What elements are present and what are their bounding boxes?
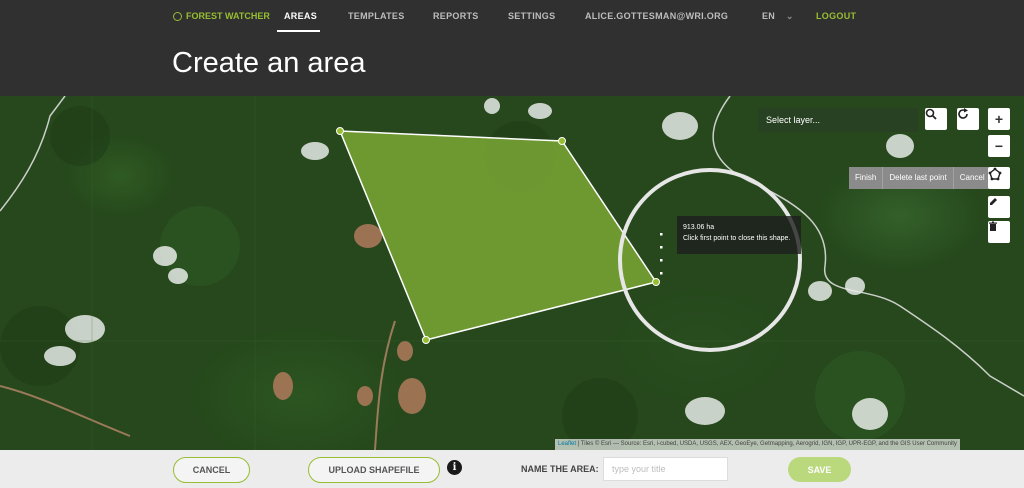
polygon-vertex[interactable] (652, 278, 660, 286)
chevron-down-icon: ⌄ (785, 11, 794, 21)
globe-icon (173, 11, 182, 21)
edit-layer-button[interactable] (988, 196, 1010, 218)
area-measurement: 913.06 ha (683, 224, 715, 231)
nav-item-reports[interactable]: REPORTS (433, 11, 479, 21)
delete-layer-button[interactable] (988, 221, 1010, 243)
map-imagery (0, 96, 1024, 450)
cursor-highlight-circle (618, 168, 802, 352)
delete-last-point-button[interactable]: Delete last point (883, 167, 954, 189)
trash-icon (989, 221, 997, 231)
drawn-area-polygon (338, 130, 658, 341)
polygon-vertex[interactable] (336, 127, 344, 135)
search-icon (925, 108, 937, 120)
title-band: Create an area (0, 32, 1024, 96)
finish-button[interactable]: Finish (849, 167, 884, 189)
logout-link[interactable]: LOGOUT (816, 11, 856, 21)
draw-polygon-button[interactable] (988, 167, 1010, 189)
nav-item-templates[interactable]: TEMPLATES (348, 11, 405, 21)
name-area-label: NAME THE AREA: (521, 464, 599, 474)
polygon-draw-icon (988, 167, 1002, 181)
refresh-icon (958, 108, 968, 119)
upload-shapefile-button[interactable]: UPLOAD SHAPEFILE (308, 457, 440, 483)
cancel-draw-button[interactable]: Cancel (954, 167, 991, 189)
zoom-out-button[interactable]: − (988, 135, 1010, 157)
pencil-icon (990, 198, 997, 205)
polygon-vertex[interactable] (422, 336, 430, 344)
page-title: Create an area (172, 47, 366, 79)
area-name-input[interactable] (603, 457, 728, 481)
draw-actions-bar: Finish Delete last point Cancel (849, 167, 991, 189)
guide-dots (660, 233, 663, 275)
search-button[interactable] (925, 108, 947, 130)
refresh-location-button[interactable] (957, 108, 979, 130)
brand-link[interactable]: FOREST WATCHER (173, 11, 270, 21)
brand-label: FOREST WATCHER (186, 11, 270, 21)
save-button[interactable]: SAVE (788, 457, 851, 482)
layer-select[interactable]: Select layer... (758, 108, 918, 132)
polygon-vertex[interactable] (558, 137, 566, 145)
map-attribution: Leaflet | Tiles © Esri — Source: Esri, i… (555, 439, 960, 450)
nav-item-settings[interactable]: SETTINGS (508, 11, 555, 21)
action-bar: CANCEL UPLOAD SHAPEFILE i NAME THE AREA:… (0, 450, 1024, 488)
info-icon[interactable]: i (447, 460, 462, 475)
language-selector[interactable]: EN ⌄ (762, 11, 794, 22)
cancel-button[interactable]: CANCEL (173, 457, 250, 483)
leaflet-link[interactable]: Leaflet (558, 441, 576, 447)
nav-item-areas[interactable]: AREAS (284, 11, 317, 21)
draw-hint: Click first point to close this shape. (683, 235, 791, 242)
attribution-text: | Tiles © Esri — Source: Esri, i-cubed, … (577, 441, 957, 447)
top-nav: FOREST WATCHER AREAS TEMPLATES REPORTS S… (0, 0, 1024, 32)
language-label: EN (762, 11, 776, 21)
map[interactable]: Select layer... + − Finish Delete last p… (0, 96, 1024, 450)
zoom-in-button[interactable]: + (988, 108, 1010, 130)
draw-tooltip: 913.06 ha Click first point to close thi… (677, 216, 801, 254)
nav-item-user-email[interactable]: ALICE.GOTTESMAN@WRI.ORG (585, 11, 728, 21)
